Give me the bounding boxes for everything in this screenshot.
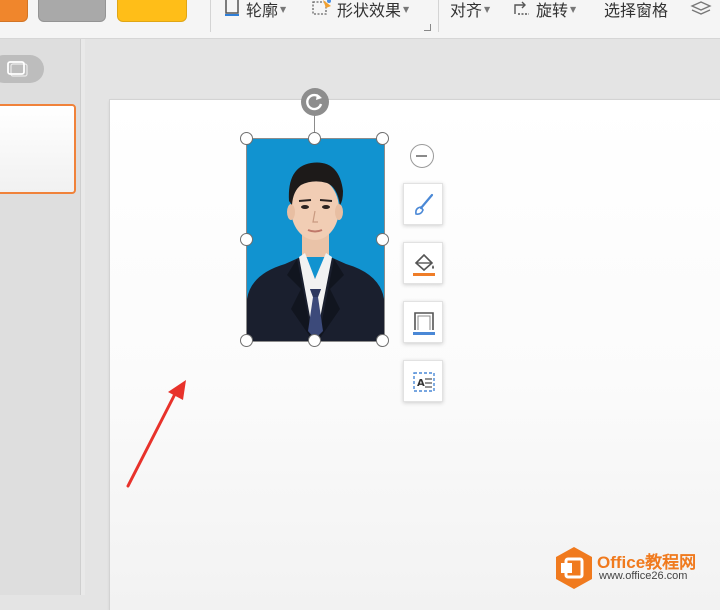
rotate-icon <box>306 93 323 111</box>
view-toggle-button[interactable] <box>0 55 44 83</box>
slide-canvas[interactable] <box>110 100 720 610</box>
style-brush-button[interactable] <box>403 183 443 225</box>
panel-divider[interactable] <box>81 39 85 595</box>
resize-handle-bottom-left[interactable] <box>240 334 253 347</box>
watermark-url: www.office26.com <box>599 570 688 582</box>
rotate-label: 旋转 <box>536 1 569 20</box>
chevron-down-icon: ▼ <box>484 4 491 14</box>
outline-icon <box>413 312 435 335</box>
style-swatch-orange[interactable] <box>0 0 28 22</box>
text-layout-icon: A <box>413 372 435 392</box>
rotate-icon <box>512 0 532 21</box>
resize-handle-top[interactable] <box>308 132 321 145</box>
outline-label: 轮廓 <box>246 1 279 20</box>
rotate-handle[interactable] <box>301 88 329 116</box>
rotate-button[interactable]: 旋转 ▼ <box>512 0 576 21</box>
shape-effect-button[interactable]: 形状效果 ▼ <box>311 0 409 21</box>
chevron-down-icon: ▼ <box>280 4 287 14</box>
office-logo-icon <box>555 546 593 594</box>
ribbon-toolbar: 轮廓 ▼ 形状效果 ▼ 对齐 ▼ 旋转 ▼ 选择窗格 <box>0 0 720 39</box>
brush-icon <box>415 193 434 215</box>
resize-handle-bottom[interactable] <box>308 334 321 347</box>
slide-view-icon <box>7 61 28 77</box>
align-label: 对齐 <box>450 1 483 20</box>
resize-handle-bottom-right[interactable] <box>376 334 389 347</box>
dialog-launcher-icon[interactable] <box>424 24 431 31</box>
layers-icon[interactable] <box>690 0 712 21</box>
selection-frame <box>246 138 385 342</box>
outline-style-button[interactable] <box>403 301 443 343</box>
shape-effect-label: 形状效果 <box>337 1 402 20</box>
ribbon-separator <box>438 0 439 32</box>
ribbon-separator <box>210 0 211 32</box>
align-button[interactable]: 对齐 ▼ <box>450 0 490 21</box>
annotation-arrow <box>126 380 186 488</box>
text-layout-button[interactable]: A <box>403 360 443 402</box>
resize-handle-left[interactable] <box>240 233 253 246</box>
collapse-toolbar-button[interactable] <box>410 144 434 168</box>
outline-button[interactable]: 轮廓 ▼ <box>222 0 286 21</box>
slide-thumbnail-panel <box>0 39 81 595</box>
style-swatch-gray[interactable] <box>38 0 106 22</box>
resize-handle-right[interactable] <box>376 233 389 246</box>
shape-effect-icon <box>311 0 333 21</box>
selection-pane-label: 选择窗格 <box>604 1 669 20</box>
style-swatch-yellow[interactable] <box>117 0 187 22</box>
resize-handle-top-left[interactable] <box>240 132 253 145</box>
chevron-down-icon: ▼ <box>570 4 577 14</box>
selection-pane-button[interactable]: 选择窗格 <box>604 0 668 21</box>
slide-thumbnail-1[interactable] <box>0 104 76 194</box>
fill-icon <box>413 253 435 276</box>
svg-text:A: A <box>417 378 425 389</box>
chevron-down-icon: ▼ <box>403 4 410 14</box>
resize-handle-top-right[interactable] <box>376 132 389 145</box>
outline-icon <box>222 0 242 21</box>
fill-button[interactable] <box>403 242 443 284</box>
